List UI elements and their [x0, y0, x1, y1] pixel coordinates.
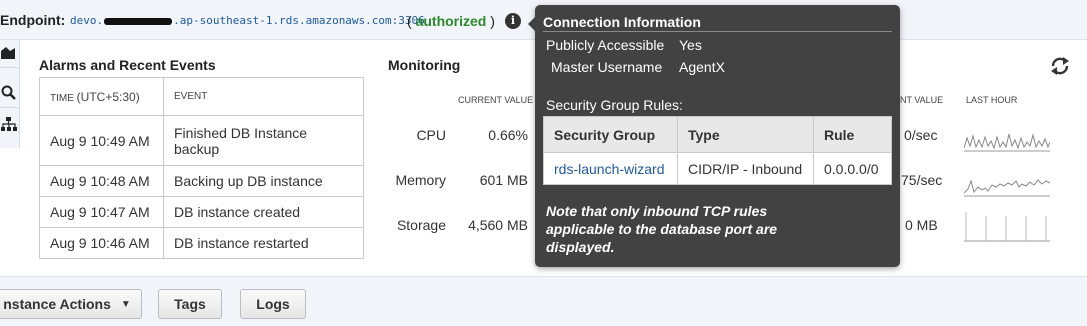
metric-memory-value: 601 MB — [479, 172, 528, 188]
hierarchy-icon[interactable] — [0, 109, 19, 139]
sg-header-row: Security Group Type Rule — [543, 116, 892, 153]
event-time: Aug 9 10:47 AM — [39, 196, 164, 228]
metric-memory-name: Memory — [395, 172, 446, 188]
sparkline-memory[interactable] — [964, 165, 1050, 197]
endpoint-value[interactable]: devo. .ap-southeast-1.rds.amazonaws.com:3… — [70, 14, 425, 27]
col-security-group: Security Group — [543, 116, 678, 153]
col-current-value: CURRENT VALUE — [458, 95, 534, 105]
status-paren-open: ( — [407, 13, 412, 29]
inbound-rules-note: Note that only inbound TCP rules applica… — [546, 203, 778, 255]
sg-cell-rule: 0.0.0.0/0 — [813, 152, 892, 185]
master-username-label: Master Username — [551, 59, 663, 75]
endpoint-suffix: .ap-southeast-1.rds.amazonaws.com:3306 — [173, 14, 425, 27]
popover-arrow — [528, 17, 535, 31]
sg-cell-group: rds-launch-wizard — [543, 152, 678, 185]
col-event: EVENT — [163, 77, 364, 116]
metric-cpu-value: 0.66% — [488, 127, 528, 143]
metric-memory-value2: 75/sec — [901, 172, 943, 188]
event-time: Aug 9 10:48 AM — [39, 165, 164, 197]
table-row: rds-launch-wizard CIDR/IP - Inbound 0.0.… — [543, 152, 892, 185]
event-time: Aug 9 10:46 AM — [39, 227, 164, 259]
col-time: TIME (UTC+5:30) — [39, 77, 164, 116]
chart-tool-icon[interactable] — [0, 40, 19, 68]
alarms-header-row: TIME (UTC+5:30) EVENT — [39, 77, 364, 116]
event-time: Aug 9 10:49 AM — [39, 115, 164, 166]
monitoring-title: Monitoring — [388, 57, 461, 73]
table-row: Aug 9 10:49 AM Finished DB Instance back… — [39, 115, 364, 166]
endpoint-label: Endpoint: — [0, 12, 66, 28]
table-row: Aug 9 10:47 AM DB instance created — [39, 196, 364, 228]
security-group-link[interactable]: rds-launch-wizard — [554, 161, 664, 177]
sparkline-cpu[interactable] — [964, 120, 1050, 152]
instance-actions-label: nstance Actions — [3, 296, 111, 312]
search-icon[interactable] — [0, 78, 19, 108]
tags-button[interactable]: Tags — [158, 289, 222, 319]
col-current-value-2: NT VALUE — [900, 95, 944, 105]
metric-cpu-name: CPU — [416, 127, 446, 143]
event-text: DB instance restarted — [163, 227, 364, 259]
popover-title: Connection Information — [543, 14, 701, 30]
col-type: Type — [677, 116, 814, 153]
metric-storage-value: 4,560 MB — [468, 217, 528, 233]
security-group-rules-title: Security Group Rules: — [546, 97, 683, 113]
info-icon[interactable]: i — [505, 13, 521, 29]
security-group-table: Security Group Type Rule rds-launch-wiza… — [543, 116, 892, 185]
event-text: Finished DB Instance backup — [163, 115, 364, 166]
alarms-table: TIME (UTC+5:30) EVENT Aug 9 10:49 AM Fin… — [39, 77, 364, 259]
table-row: Aug 9 10:46 AM DB instance restarted — [39, 227, 364, 259]
status-paren-close: ) — [490, 13, 495, 29]
connection-info-popover: Connection Information Publicly Accessib… — [528, 5, 900, 267]
action-bar: nstance Actions ▼ Tags Logs — [0, 276, 1087, 326]
sg-cell-type: CIDR/IP - Inbound — [677, 152, 814, 185]
instance-actions-button[interactable]: nstance Actions ▼ — [0, 289, 142, 319]
endpoint-prefix: devo. — [70, 14, 104, 27]
alarms-title: Alarms and Recent Events — [39, 57, 216, 73]
chevron-down-icon: ▼ — [120, 298, 131, 310]
col-time-unit: (UTC+5:30) — [76, 89, 140, 104]
col-last-hour: LAST HOUR — [966, 95, 1018, 105]
redaction-mark — [104, 17, 173, 25]
col-time-label: TIME — [50, 92, 74, 104]
event-text: DB instance created — [163, 196, 364, 228]
logs-button[interactable]: Logs — [240, 289, 306, 319]
metric-cpu-value2: 0/sec — [904, 127, 938, 143]
table-row: Aug 9 10:48 AM Backing up DB instance — [39, 165, 364, 197]
master-username-value: AgentX — [679, 59, 725, 75]
authorization-status: ( authorized ) — [407, 13, 495, 29]
col-rule: Rule — [813, 116, 892, 153]
status-text: authorized — [415, 13, 487, 29]
metric-storage-name: Storage — [396, 217, 446, 233]
publicly-accessible-value: Yes — [679, 37, 702, 53]
refresh-icon[interactable] — [1049, 55, 1071, 77]
sparkline-storage[interactable] — [964, 210, 1050, 242]
tool-strip — [0, 40, 20, 148]
event-text: Backing up DB instance — [163, 165, 364, 197]
metric-storage-value2: 0 MB — [905, 217, 938, 233]
popover-divider — [543, 31, 892, 32]
publicly-accessible-label: Publicly Accessible — [546, 37, 665, 53]
